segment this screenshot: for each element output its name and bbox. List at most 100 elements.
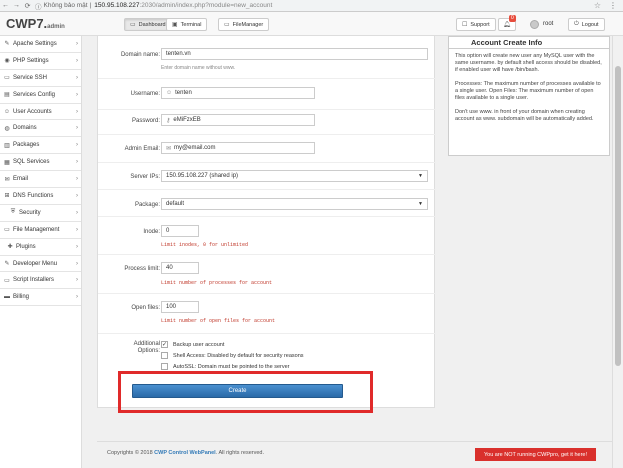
scrollbar-thumb[interactable]	[615, 66, 621, 366]
sidebar-item-user-accounts[interactable]: ☺ User Accounts ›	[0, 104, 81, 121]
sidebar-item-services-config[interactable]: ▤ Services Config ›	[0, 87, 81, 104]
copyright: Copyrights © 2018 CWP Control WebPanel. …	[107, 450, 264, 456]
domain-input[interactable]: tenten.vn	[161, 48, 428, 60]
globe-icon: ◍	[4, 125, 10, 132]
page-scrollbar[interactable]	[612, 36, 623, 468]
tab-terminal[interactable]: ▣ Terminal	[166, 18, 208, 31]
avatar[interactable]	[530, 20, 539, 29]
username-row: Username: ☺ tenten	[98, 79, 436, 110]
account-create-info-panel: Account Create Info This option will cre…	[448, 36, 610, 156]
reload-icon[interactable]: ⟳	[22, 2, 33, 10]
chevron-right-icon: ›	[76, 226, 78, 233]
download-icon: ▭	[4, 277, 10, 284]
forward-icon[interactable]: →	[11, 2, 22, 9]
folder-icon: ▭	[4, 227, 10, 234]
inode-row: Inode: 0 Limit inodes, 0 for unlimited	[98, 217, 436, 255]
package-icon: ▥	[4, 142, 10, 149]
cwppro-banner[interactable]: You are NOT running CWPpro, get it here!	[475, 448, 596, 461]
open-files-label: Open files:	[131, 305, 160, 311]
password-label: Password:	[131, 118, 160, 124]
chevron-right-icon: ›	[76, 243, 78, 250]
open-files-input[interactable]: 100	[161, 301, 199, 313]
cwp-logo[interactable]: CWP7.admin	[6, 16, 65, 31]
sidebar-item-script-installers[interactable]: ▭ Script Installers ›	[0, 272, 81, 290]
username-label: Username:	[130, 91, 160, 97]
chevron-right-icon: ›	[76, 57, 78, 64]
tab-dashboard[interactable]: ▭ Dashboard	[124, 18, 172, 31]
checkbox-unchecked[interactable]	[161, 363, 168, 370]
support-button[interactable]: ☐ Support	[456, 18, 496, 31]
sidebar-item-dns-functions[interactable]: ⊞ DNS Functions ›	[0, 188, 81, 205]
folder-icon: ▭	[224, 22, 230, 28]
caret-down-icon: ▼	[418, 173, 423, 179]
bookmark-star-icon[interactable]: ☆	[594, 1, 601, 10]
sidebar-item-email[interactable]: ✉ Email ›	[0, 171, 81, 189]
chevron-right-icon: ›	[76, 294, 78, 301]
user-icon: ☺	[166, 90, 173, 96]
package-label: Package:	[134, 202, 160, 208]
checkbox-unchecked[interactable]	[161, 352, 168, 359]
key-icon: ⚷	[166, 117, 171, 124]
back-icon[interactable]: ←	[0, 2, 11, 9]
server-icon: ▤	[4, 92, 10, 99]
chevron-right-icon: ›	[76, 142, 78, 149]
monitor-icon: ▭	[130, 22, 136, 28]
browser-toolbar: ← → ⟳ ⓘ Không bảo mật | 150.95.108.227:2…	[0, 0, 623, 12]
email-field[interactable]: ✉ my@email.com	[161, 142, 315, 154]
info-paragraph: This option will create new user any MyS…	[455, 53, 602, 73]
sidebar-item-security[interactable]: ⛨ Security ›	[0, 205, 81, 222]
password-row: Password: ⚷ eMiFzxEB	[98, 110, 436, 135]
username-input[interactable]: ☺ tenten	[161, 87, 315, 99]
shell-access-checkbox[interactable]: Shell Access: Disabled by default for se…	[161, 352, 304, 359]
sidebar-item-sql-services[interactable]: ▦ SQL Services ›	[0, 154, 81, 172]
password-input[interactable]: ⚷ eMiFzxEB	[161, 114, 315, 126]
bell-icon: 🔔︎	[503, 22, 511, 28]
database-icon: ▦	[4, 159, 10, 166]
chevron-right-icon: ›	[76, 209, 78, 216]
checkbox-checked[interactable]: ✓	[161, 341, 168, 348]
package-select[interactable]: default ▼	[161, 198, 428, 210]
info-paragraph: Processes: The maximum number of process…	[455, 81, 601, 101]
sidebar-item-php-settings[interactable]: ◉ PHP Settings ›	[0, 53, 81, 70]
open-files-hint: Limit number of open files for account	[161, 318, 276, 324]
sidebar-item-apache-settings[interactable]: ✎ Apache Settings ›	[0, 36, 81, 53]
process-limit-row: Process limit: 40 Limit number of proces…	[98, 255, 436, 294]
autossl-checkbox[interactable]: AutoSSL: Domain must be pointed to the s…	[161, 363, 289, 370]
open-files-row: Open files: 100 Limit number of open fil…	[98, 294, 436, 334]
inode-input[interactable]: 0	[161, 225, 199, 237]
tab-filemanager[interactable]: ▭ FileManager	[218, 18, 270, 31]
security-status[interactable]: Không bảo mật	[44, 2, 88, 9]
sidebar-item-service-ssh[interactable]: ▭ Service SSH ›	[0, 70, 81, 87]
process-limit-input[interactable]: 40	[161, 262, 199, 274]
sidebar-item-packages[interactable]: ▥ Packages ›	[0, 137, 81, 155]
chevron-right-icon: ›	[76, 74, 78, 81]
domain-label: Domain name:	[120, 52, 160, 58]
server-ip-label: Server IPs:	[130, 174, 160, 180]
sidebar-item-file-management[interactable]: ▭ File Management ›	[0, 222, 81, 239]
sidebar-item-developer-menu[interactable]: ✎ Developer Menu ›	[0, 256, 81, 273]
browser-menu-icon[interactable]: ⋮	[609, 1, 617, 10]
wrench-icon: ✎	[4, 41, 10, 48]
additional-options-row: Additional Options: ✓ Backup user account…	[98, 334, 436, 374]
chevron-right-icon: ›	[76, 108, 78, 115]
server-ip-select[interactable]: 150.95.108.227 (shared ip) ▼	[161, 170, 428, 182]
sidebar-item-domains[interactable]: ◍ Domains ›	[0, 120, 81, 138]
inode-label: Inode:	[143, 229, 160, 235]
sidebar-item-billing[interactable]: ▬ Billing ›	[0, 289, 81, 307]
logout-button[interactable]: ⏻ Logout	[568, 18, 605, 31]
puzzle-icon: ✚	[7, 244, 13, 251]
red-highlight-box	[118, 371, 373, 413]
logout-icon: ⏻	[574, 21, 579, 27]
address-bar[interactable]: 150.95.108.227:2030/admin/index.php?modu…	[94, 2, 272, 9]
backup-checkbox[interactable]: ✓ Backup user account	[161, 341, 224, 348]
info-icon[interactable]: ⓘ	[35, 1, 42, 11]
email-label: Admin Email:	[124, 146, 160, 152]
package-row: Package: default ▼	[98, 190, 436, 217]
terminal-icon: ▭	[4, 75, 10, 82]
inode-hint: Limit inodes, 0 for unlimited	[161, 242, 249, 248]
lifebuoy-icon: ☐	[462, 22, 468, 28]
cwp-link[interactable]: CWP Control WebPanel	[154, 450, 216, 456]
sidebar-item-plugins[interactable]: ✚ Plugins ›	[0, 239, 81, 256]
terminal-icon: ▣	[172, 22, 178, 28]
user-name[interactable]: root	[543, 21, 553, 27]
